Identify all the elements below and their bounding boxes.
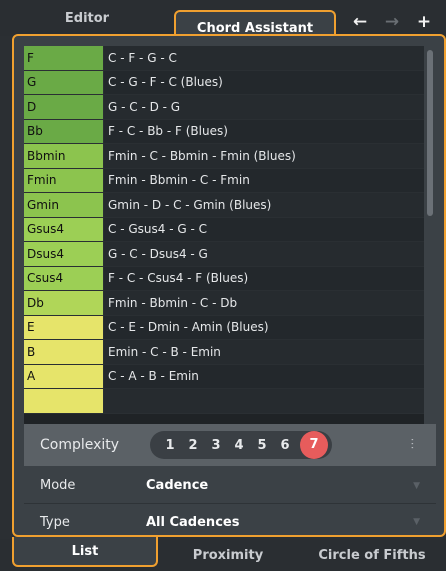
nav-controls: ← → +: [344, 10, 440, 34]
chord-key: [24, 389, 104, 413]
tab-list[interactable]: List: [12, 537, 158, 567]
chord-key: Fmin: [24, 168, 104, 192]
complexity-step[interactable]: 6: [275, 438, 295, 453]
chord-progression: Fmin - Bbmin - C - Db: [104, 291, 424, 315]
chord-key: Csus4: [24, 266, 104, 290]
chord-progression: Gmin - D - C - Gmin (Blues): [104, 193, 424, 217]
scrollbar[interactable]: [427, 48, 435, 452]
collapse-icon[interactable]: ⫶: [411, 437, 415, 453]
list-item[interactable]: FC - F - G - C: [24, 46, 424, 71]
plus-icon[interactable]: +: [408, 12, 440, 32]
chord-progression: Fmin - Bbmin - C - Fmin: [104, 168, 424, 192]
tab-circle-of-fifths[interactable]: Circle of Fifths: [298, 539, 446, 571]
tab-editor[interactable]: Editor: [0, 0, 174, 36]
chord-key: Bb: [24, 119, 104, 143]
complexity-step[interactable]: 4: [229, 438, 249, 453]
complexity-step[interactable]: 2: [183, 438, 203, 453]
chord-progression: F - C - Csus4 - F (Blues): [104, 266, 424, 290]
mode-setting[interactable]: Mode Cadence ▼: [24, 468, 436, 504]
list-item[interactable]: Fmin Fmin - Bbmin - C - Fmin: [24, 168, 424, 193]
list-item[interactable]: Bbmin Fmin - C - Bbmin - Fmin (Blues): [24, 144, 424, 169]
top-tab-bar: Editor Chord Assistant ← → +: [0, 0, 446, 44]
complexity-step[interactable]: 3: [206, 438, 226, 453]
chevron-down-icon[interactable]: ▼: [413, 517, 420, 527]
arrow-right-icon[interactable]: →: [376, 12, 408, 32]
mode-value[interactable]: Cadence: [146, 478, 413, 493]
chevron-down-icon[interactable]: ▼: [413, 481, 420, 491]
chord-progression: C - Gsus4 - G - C: [104, 217, 424, 241]
chord-progression: C - F - G - C: [104, 46, 424, 70]
complexity-step[interactable]: 1: [160, 438, 180, 453]
chord-progression: [104, 389, 424, 413]
chord-progression: C - E - Dmin - Amin (Blues): [104, 315, 424, 339]
list-item[interactable]: Dsus4 G - C - Dsus4 - G: [24, 242, 424, 267]
bottom-tab-bar: List Proximity Circle of Fifths: [0, 537, 446, 571]
list-item[interactable]: AC - A - B - Emin: [24, 364, 424, 389]
chord-key: D: [24, 95, 104, 119]
list-item[interactable]: [24, 389, 424, 414]
chord-progression: C - A - B - Emin: [104, 364, 424, 388]
chord-progression: Emin - C - B - Emin: [104, 340, 424, 364]
mode-label: Mode: [40, 478, 76, 493]
cadence-list[interactable]: FC - F - G - CGC - G - F - C (Blues) D G -…: [24, 46, 424, 454]
chord-progression: G - C - Dsus4 - G: [104, 242, 424, 266]
chord-progression: G - C - D - G: [104, 95, 424, 119]
complexity-label: Complexity: [40, 437, 120, 453]
chord-progression: Fmin - C - Bbmin - Fmin (Blues): [104, 144, 424, 168]
list-item[interactable]: GC - G - F - C (Blues): [24, 70, 424, 95]
list-item[interactable]: EC - E - Dmin - Amin (Blues): [24, 315, 424, 340]
chord-key: Db: [24, 291, 104, 315]
list-item[interactable]: Csus4 F - C - Csus4 - F (Blues): [24, 266, 424, 291]
chord-key: Gmin: [24, 193, 104, 217]
scrollbar-thumb[interactable]: [427, 50, 433, 216]
chord-key: A: [24, 364, 104, 388]
chord-key: Gsus4: [24, 217, 104, 241]
chord-progression: C - G - F - C (Blues): [104, 70, 424, 94]
chord-assistant-panel: FC - F - G - CGC - G - F - C (Blues) D G -…: [12, 34, 446, 537]
list-item[interactable]: B Emin - C - B - Emin: [24, 340, 424, 365]
type-value[interactable]: All Cadences: [146, 515, 413, 530]
list-item[interactable]: Db Fmin - Bbmin - C - Db: [24, 291, 424, 316]
arrow-left-icon[interactable]: ←: [344, 12, 376, 32]
tab-proximity[interactable]: Proximity: [158, 539, 298, 571]
complexity-selector[interactable]: 1234567: [150, 431, 332, 459]
list-item[interactable]: DG - C - D - G: [24, 95, 424, 120]
complexity-bar: Complexity 1234567 ⫶: [24, 424, 436, 466]
chord-key: Dsus4: [24, 242, 104, 266]
type-label: Type: [40, 514, 70, 530]
chord-progression: F - C - Bb - F (Blues): [104, 119, 424, 143]
chord-key: Bbmin: [24, 144, 104, 168]
type-setting[interactable]: Type All Cadences ▼: [24, 504, 436, 540]
list-item[interactable]: Gsus4 C - Gsus4 - G - C: [24, 217, 424, 242]
chord-key: F: [24, 46, 104, 70]
complexity-step[interactable]: 5: [252, 438, 272, 453]
list-item[interactable]: Bb F - C - Bb - F (Blues): [24, 119, 424, 144]
chord-key: G: [24, 70, 104, 94]
list-item[interactable]: Gmin Gmin - D - C - Gmin (Blues): [24, 193, 424, 218]
chord-key: E: [24, 315, 104, 339]
chord-key: B: [24, 340, 104, 364]
complexity-step[interactable]: 7: [300, 431, 328, 459]
